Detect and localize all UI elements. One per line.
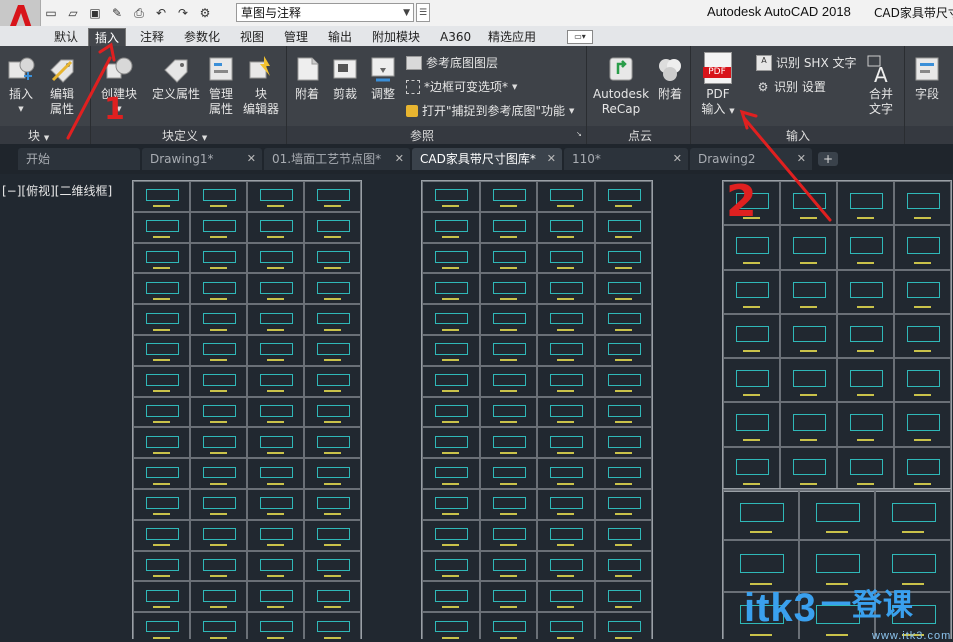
annotation-number-2: 2 <box>726 176 757 227</box>
annotation-layer <box>66 42 832 222</box>
watermark-suffix: 一登课 <box>820 589 914 622</box>
annotation-arrow-2 <box>742 116 832 222</box>
watermark-brand: itk3 <box>744 586 817 630</box>
watermark: itk3 一登课 www.itk3.com <box>744 586 950 642</box>
watermark-url: www.itk3.com <box>872 630 952 642</box>
annotation-number-1: 1 <box>104 92 125 127</box>
